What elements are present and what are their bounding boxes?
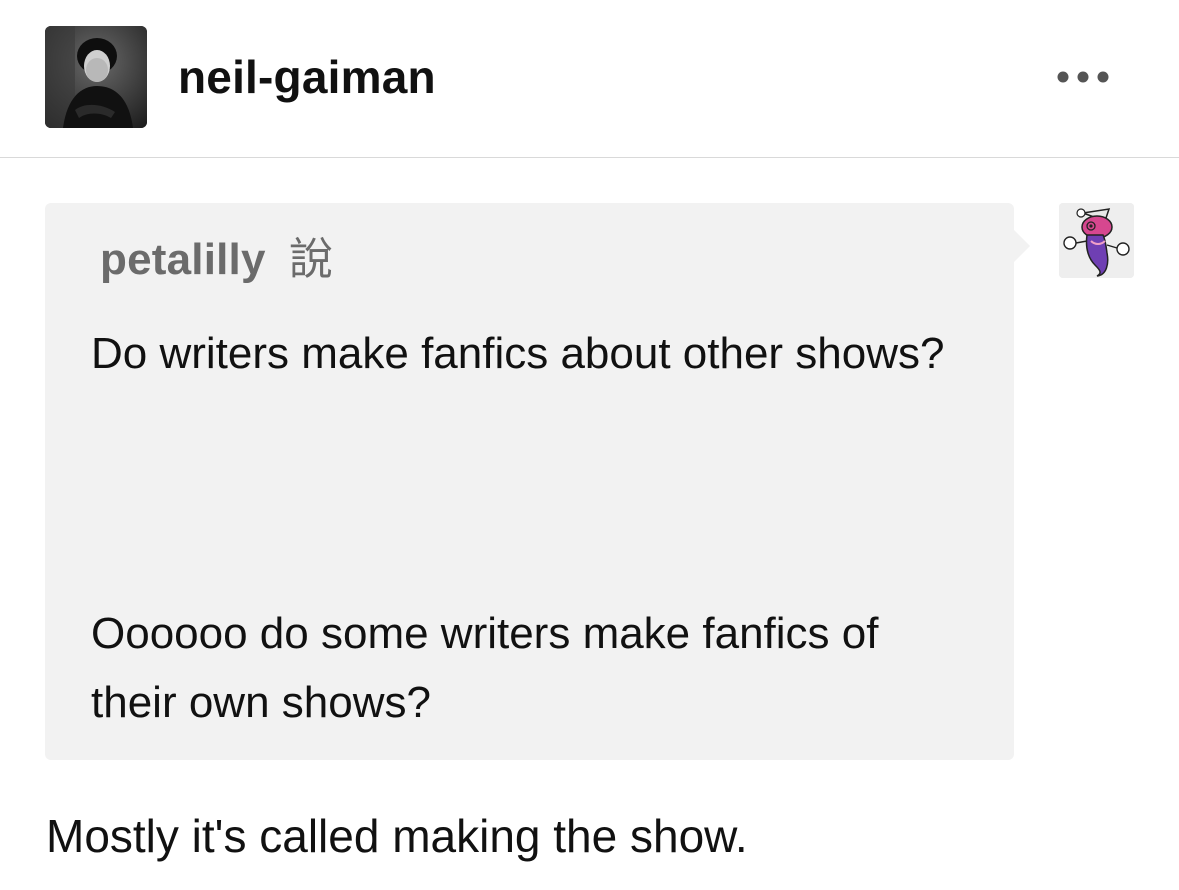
cartoon-character-avatar-icon	[1059, 203, 1134, 278]
author-portrait-avatar-icon	[45, 26, 147, 128]
tumblr-post: neil-gaiman petalilly 說 Do writers make …	[0, 0, 1179, 890]
asker-said-label: 說	[289, 234, 333, 285]
asker-name[interactable]: petalilly	[100, 232, 266, 288]
asker-avatar[interactable]	[1059, 203, 1134, 278]
answer-text: Mostly it's called making the show.	[46, 810, 748, 862]
ask-question-paragraph-2: Oooooo do some writers make fanfics of t…	[91, 609, 879, 727]
ask-bubble-pointer	[1014, 230, 1030, 262]
more-options-button[interactable]	[1050, 60, 1116, 94]
blog-name[interactable]: neil-gaiman	[178, 48, 436, 106]
blog-avatar[interactable]	[45, 26, 147, 128]
more-options-icon	[1057, 71, 1109, 83]
ask-question-paragraph-1: Do writers make fanfics about other show…	[91, 329, 945, 378]
post-header: neil-gaiman	[0, 0, 1179, 158]
